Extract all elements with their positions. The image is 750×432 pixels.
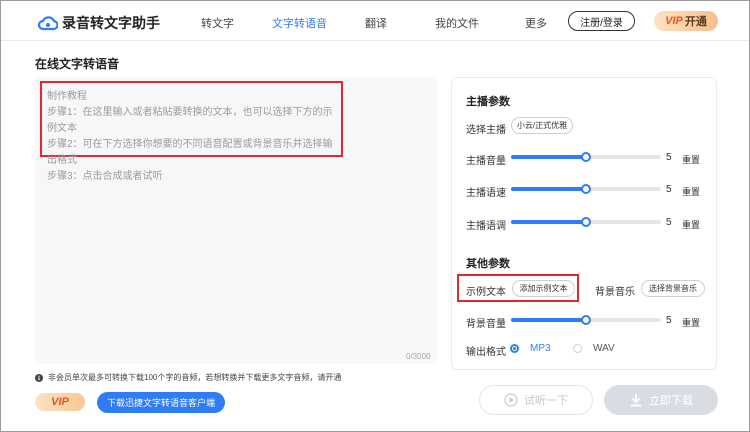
listen-label: 试听一下	[524, 395, 568, 407]
vip-label: VIP	[665, 15, 683, 27]
volume-value: 5	[666, 152, 672, 163]
output-format-label: 输出格式	[466, 347, 506, 358]
logo[interactable]: 录音转文字助手	[38, 13, 160, 33]
slider-fill	[511, 220, 586, 224]
tutorial-title: 制作教程	[47, 91, 87, 102]
bg-volume-slider[interactable]	[511, 315, 661, 325]
notice-text: 非会员单次最多可转换下载100个字的音频，若想转换并下载更多文字音频，请开通	[48, 373, 342, 382]
char-count: 0/3000	[406, 352, 431, 361]
mp3-radio[interactable]	[510, 344, 519, 353]
bg-volume-reset-button[interactable]: 重置	[682, 316, 700, 329]
voice-select-button[interactable]: 小云/正式优雅	[511, 117, 573, 134]
volume-label: 主播音量	[466, 156, 506, 167]
play-icon	[504, 393, 518, 407]
tutorial-step-2: 步骤2：可在下方选择你想要的不同语音配置或背景音乐并选择输出格式	[47, 139, 333, 166]
bg-volume-label: 背景音量	[466, 319, 506, 330]
nav-speech-to-text[interactable]: 转文字	[201, 15, 234, 31]
volume-reset-button[interactable]: 重置	[682, 153, 700, 166]
sample-text-label: 示例文本	[466, 287, 506, 298]
volume-slider[interactable]	[511, 152, 661, 162]
download-icon	[631, 394, 641, 407]
vip-open-label: 开通	[684, 16, 707, 28]
slider-fill	[511, 318, 586, 322]
wav-radio[interactable]	[573, 344, 582, 353]
speed-reset-button[interactable]: 重置	[682, 185, 700, 198]
nav-translate[interactable]: 翻译	[365, 15, 387, 31]
nav-text-to-speech[interactable]: 文字转语音	[272, 15, 327, 31]
app-frame: 录音转文字助手 转文字 文字转语音 翻译 我的文件 更多 注册/登录 VIP 开…	[0, 0, 750, 432]
listen-button[interactable]: 试听一下	[479, 385, 593, 415]
slider-handle[interactable]	[581, 184, 591, 194]
pitch-value: 5	[666, 217, 672, 228]
download-label: 立即下载	[649, 395, 693, 407]
mp3-label[interactable]: MP3	[530, 343, 551, 354]
background-music-label: 背景音乐	[595, 287, 635, 298]
pitch-reset-button[interactable]: 重置	[682, 218, 700, 231]
slider-fill	[511, 155, 586, 159]
slider-handle[interactable]	[581, 152, 591, 162]
tutorial-step-1: 步骤1：在这里输入或者粘贴要转换的文本，也可以选择下方的示例文本	[47, 107, 333, 134]
bg-volume-value: 5	[666, 315, 672, 326]
login-button[interactable]: 注册/登录	[568, 11, 635, 31]
download-now-button[interactable]: 立即下载	[604, 385, 718, 415]
slider-handle[interactable]	[581, 217, 591, 227]
app-name: 录音转文字助手	[62, 15, 160, 31]
wav-label[interactable]: WAV	[593, 343, 615, 354]
pitch-label: 主播语调	[466, 221, 506, 232]
slider-fill	[511, 187, 586, 191]
slider-handle[interactable]	[581, 315, 591, 325]
select-voice-label: 选择主播	[466, 125, 506, 136]
speed-slider[interactable]	[511, 184, 661, 194]
info-icon	[35, 373, 43, 382]
tutorial-step-3: 步骤3：点击合成或者试听	[47, 171, 163, 182]
top-header: 录音转文字助手 转文字 文字转语音 翻译 我的文件 更多 注册/登录 VIP 开…	[1, 1, 749, 41]
select-background-music-button[interactable]: 选择背景音乐	[641, 280, 705, 297]
tutorial-placeholder: 制作教程 步骤1：在这里输入或者粘贴要转换的文本，也可以选择下方的示例文本 步骤…	[40, 81, 343, 182]
speed-label: 主播语速	[466, 188, 506, 199]
nav-more[interactable]: 更多	[525, 15, 547, 31]
vip-open-button[interactable]: VIP 开通	[654, 11, 718, 31]
add-sample-text-button[interactable]: 添加示例文本	[512, 280, 575, 297]
nav-my-files[interactable]: 我的文件	[435, 15, 479, 31]
cloud-logo-icon	[38, 16, 58, 31]
member-notice: 非会员单次最多可转换下载100个字的音频，若想转换并下载更多文字音频，请开通	[35, 372, 341, 383]
download-client-button[interactable]: 下载迅捷文字转语音客户端	[97, 392, 225, 413]
speed-value: 5	[666, 184, 672, 195]
other-params-title: 其他参数	[466, 258, 510, 270]
page-title: 在线文字转语音	[35, 57, 120, 71]
pitch-slider[interactable]	[511, 217, 661, 227]
vip-badge[interactable]: VIP	[35, 393, 85, 411]
anchor-params-title: 主播参数	[466, 96, 510, 108]
